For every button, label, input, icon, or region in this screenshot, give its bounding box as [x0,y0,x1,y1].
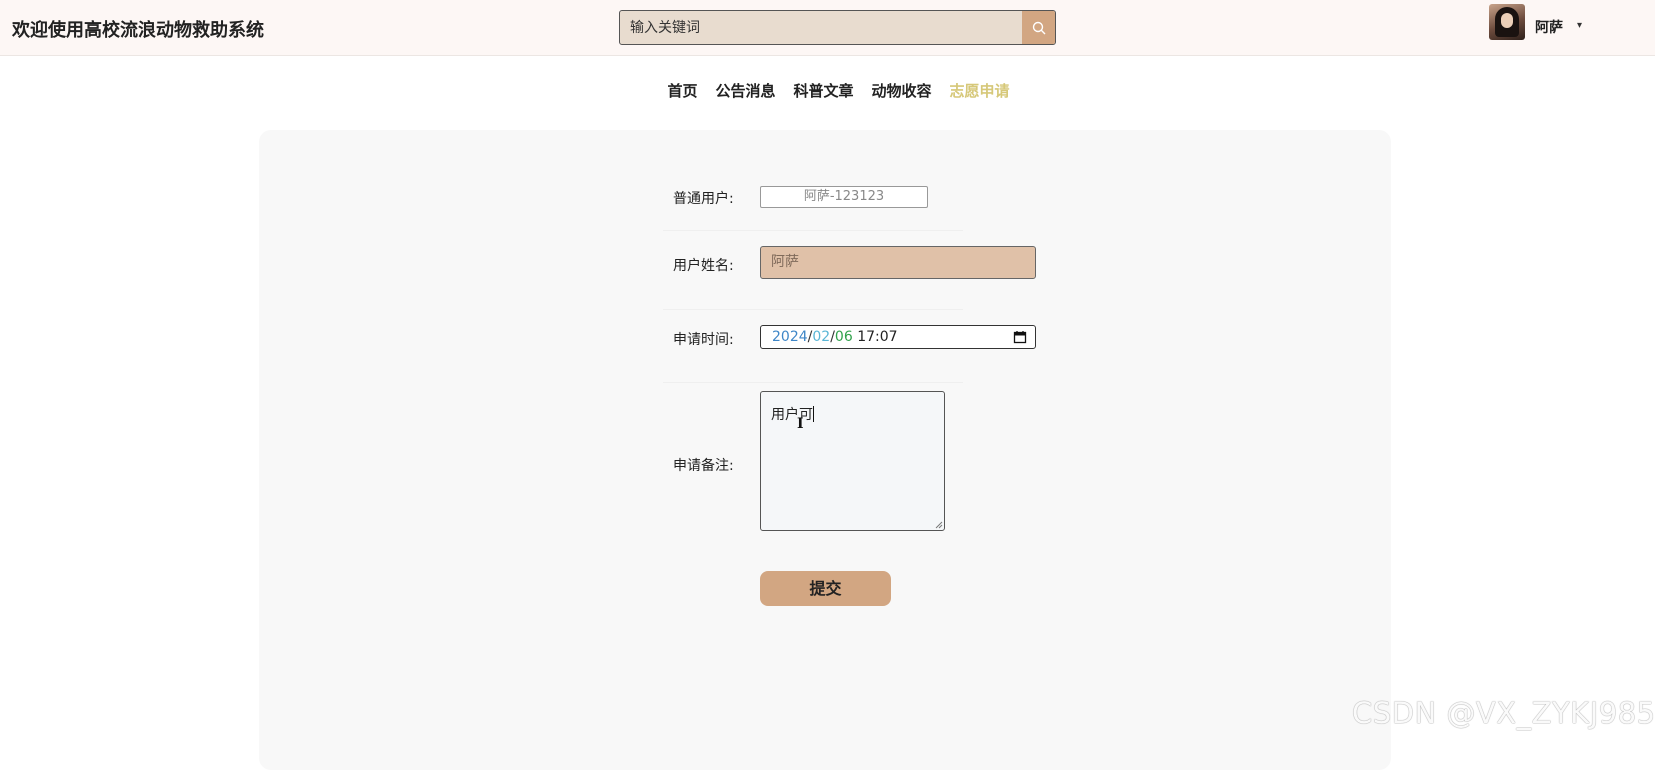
date-label: 申请时间: [673,332,734,348]
row-divider [663,382,963,383]
date-month: 02 [812,329,831,345]
user-label: 普通用户: [673,191,734,207]
row-divider [663,230,963,231]
nav-item-announcements[interactable]: 公告消息 [715,80,775,101]
text-caret [813,406,814,422]
nav-item-animal-shelter[interactable]: 动物收容 [872,80,932,101]
watermark: CSDN @VX_ZYKJ985 [1352,696,1655,730]
notes-textarea[interactable]: 用户可 I [760,391,945,531]
chevron-down-icon[interactable]: ▾ [1577,20,1582,31]
nav-item-volunteer-application[interactable]: 志愿申请 [950,80,1010,101]
search-input[interactable] [620,11,1023,44]
notes-label: 申请备注: [673,458,734,474]
row-divider [663,309,963,310]
main-nav: 首页 公告消息 科普文章 动物收容 志愿申请 [0,80,1655,101]
text-cursor-icon: I [797,416,804,432]
avatar-face [1501,13,1513,28]
avatar[interactable] [1489,4,1525,40]
date-field[interactable]: 2024/02/06 17:07 [760,325,1036,349]
search-icon [1032,21,1045,34]
nav-item-home[interactable]: 首页 [667,80,697,101]
notes-text: 用户可 [771,407,813,423]
nav-item-articles[interactable]: 科普文章 [793,80,853,101]
date-time: 17:07 [857,329,898,345]
calendar-icon[interactable] [1013,330,1027,344]
date-year: 2024 [772,329,808,345]
top-header: 欢迎使用高校流浪动物救助系统 阿萨 ▾ [0,0,1655,56]
search-bar [619,10,1056,45]
search-button[interactable] [1022,11,1055,44]
site-title: 欢迎使用高校流浪动物救助系统 [12,20,264,41]
resize-handle-icon[interactable] [935,521,943,529]
date-day: 06 [834,329,853,345]
submit-button[interactable]: 提交 [760,571,891,606]
user-name[interactable]: 阿萨 [1535,17,1563,37]
user-field: 阿萨-123123 [760,186,928,208]
name-field[interactable]: 阿萨 [760,246,1036,279]
name-label: 用户姓名: [673,258,734,274]
